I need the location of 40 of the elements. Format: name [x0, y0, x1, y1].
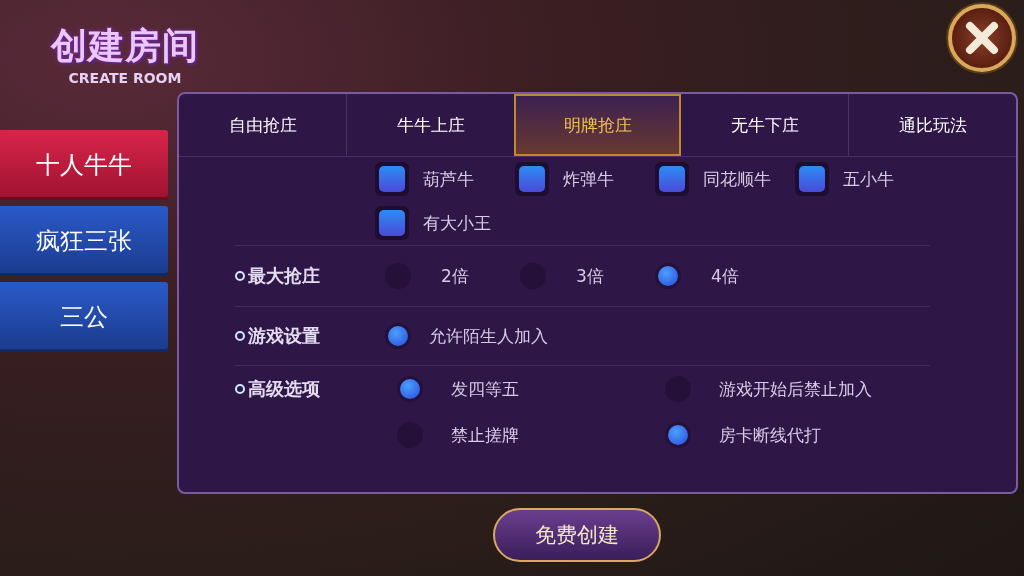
section-label: 游戏设置: [248, 324, 320, 348]
bullet-icon: [235, 271, 245, 281]
game-tab[interactable]: 三公: [0, 282, 168, 352]
option-label: 允许陌生人加入: [429, 324, 548, 348]
option-label: 房卡断线代打: [719, 423, 821, 447]
checkbox[interactable]: [515, 162, 549, 196]
radio-button[interactable]: [655, 263, 681, 289]
mode-tab[interactable]: 无牛下庄: [681, 94, 848, 156]
section-label: 高级选项: [248, 377, 320, 401]
create-button[interactable]: 免费创建: [493, 508, 661, 562]
section-label: 最大抢庄: [248, 264, 320, 288]
game-tab[interactable]: 十人牛牛: [0, 130, 168, 200]
option-label: 葫芦牛: [423, 167, 474, 191]
option-label: 五小牛: [843, 167, 894, 191]
checkbox[interactable]: [375, 206, 409, 240]
page-title: 创建房间: [51, 26, 199, 66]
page-subtitle: CREATE ROOM: [68, 70, 182, 86]
radio-button[interactable]: [665, 422, 691, 448]
mode-tab[interactable]: 自由抢庄: [179, 94, 346, 156]
checkbox[interactable]: [795, 162, 829, 196]
mode-tab[interactable]: 通比玩法: [848, 94, 1016, 156]
option-label: 2倍: [441, 264, 469, 288]
option-label: 同花顺牛: [703, 167, 771, 191]
checkbox[interactable]: [655, 162, 689, 196]
radio-button[interactable]: [385, 323, 411, 349]
option-label: 4倍: [711, 264, 739, 288]
mode-tab[interactable]: 明牌抢庄: [514, 94, 681, 156]
bullet-icon: [235, 384, 245, 394]
option-label: 禁止搓牌: [451, 423, 519, 447]
option-label: 炸弹牛: [563, 167, 614, 191]
radio-button[interactable]: [397, 376, 423, 402]
option-label: 发四等五: [451, 377, 519, 401]
option-label: 游戏开始后禁止加入: [719, 377, 872, 401]
close-icon: [965, 21, 999, 55]
bullet-icon: [235, 331, 245, 341]
checkbox[interactable]: [375, 162, 409, 196]
close-button[interactable]: [948, 4, 1016, 72]
option-label: 3倍: [576, 264, 604, 288]
game-tab[interactable]: 疯狂三张: [0, 206, 168, 276]
option-label: 有大小王: [423, 211, 491, 235]
